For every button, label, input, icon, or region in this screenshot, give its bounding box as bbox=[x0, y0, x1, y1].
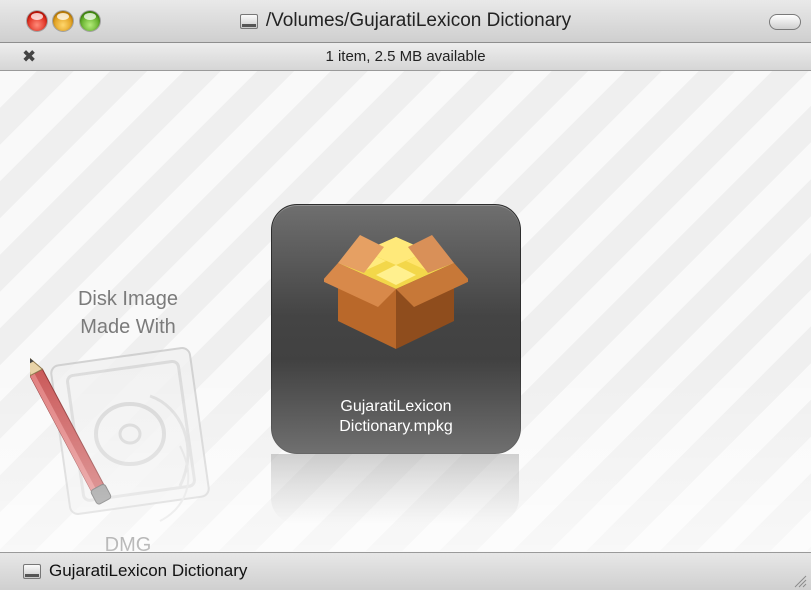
file-item-selected[interactable]: GujaratiLexicon Dictionary.mpkg bbox=[271, 204, 521, 454]
status-text: 1 item, 2.5 MB available bbox=[325, 48, 486, 65]
window-title: /Volumes/GujaratiLexicon Dictionary bbox=[265, 10, 572, 31]
file-name-line1: GujaratiLexicon bbox=[340, 398, 452, 415]
file-name: GujaratiLexicon Dictionary.mpkg bbox=[272, 397, 520, 437]
background-badge-line1: Disk Image bbox=[77, 288, 179, 310]
package-icon bbox=[324, 235, 468, 349]
file-name-line2: Dictionary.mpkg bbox=[339, 418, 453, 435]
resize-grip-icon[interactable] bbox=[791, 572, 807, 588]
disk-icon bbox=[239, 13, 258, 29]
toolbar-toggle-button[interactable] bbox=[769, 14, 801, 30]
folder-content[interactable]: Disk Image Made With DMG GujaratiLexicon… bbox=[0, 71, 811, 551]
path-item-label: GujaratiLexicon Dictionary bbox=[49, 561, 248, 580]
status-bar: ✖ 1 item, 2.5 MB available bbox=[0, 43, 811, 71]
title-bar[interactable]: /Volumes/GujaratiLexicon Dictionary bbox=[0, 0, 811, 43]
pushpin-icon[interactable]: ✖ bbox=[22, 47, 36, 67]
disk-icon bbox=[23, 563, 41, 579]
background-badge-label: DMG bbox=[104, 534, 152, 551]
path-item-volume[interactable]: GujaratiLexicon Dictionary bbox=[23, 561, 247, 581]
path-bar: GujaratiLexicon Dictionary bbox=[0, 552, 811, 590]
file-reflection bbox=[271, 454, 519, 524]
disk-utility-icon bbox=[30, 347, 210, 522]
window-title-group: /Volumes/GujaratiLexicon Dictionary bbox=[0, 0, 811, 42]
finder-window: /Volumes/GujaratiLexicon Dictionary ✖ 1 … bbox=[0, 0, 811, 590]
